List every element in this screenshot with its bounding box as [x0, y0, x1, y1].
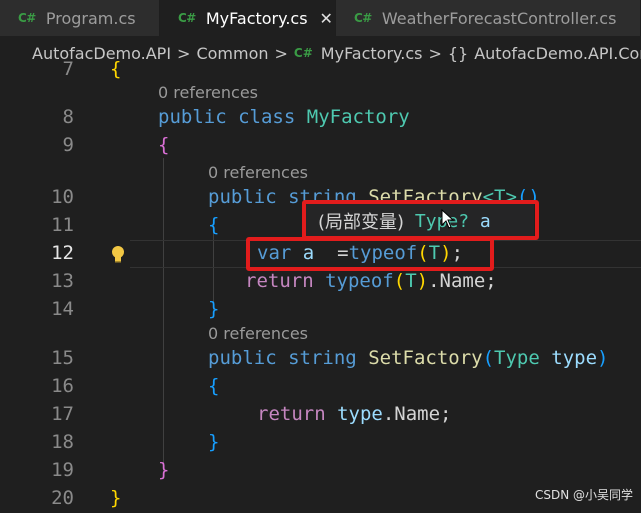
close-icon[interactable]: ✕	[320, 9, 333, 28]
line-number: 20	[51, 487, 74, 509]
code-line-13: 13 return typeof(T).Name;	[0, 268, 641, 296]
code-line-8: 8 public class MyFactory	[0, 104, 641, 132]
line-number: 7	[62, 58, 74, 80]
line-number: 19	[51, 459, 74, 481]
code-line-15: 15 public string SetFactory(Type type)	[0, 345, 641, 373]
csharp-file-icon: C#	[18, 11, 36, 25]
line-number: 12	[51, 242, 74, 264]
code-line-9: 9 {	[0, 132, 641, 160]
tab-label: MyFactory.cs	[205, 8, 308, 28]
close-brace: }	[158, 459, 170, 481]
line-number: 18	[51, 431, 74, 453]
code-line-18: 18 }	[0, 429, 641, 457]
code-line-17: 17 return type.Name;	[0, 401, 641, 429]
line-number: 14	[51, 298, 74, 320]
close-brace: }	[208, 298, 220, 320]
codelens-references[interactable]: 0 references	[158, 83, 258, 102]
annotation-box-var-line	[246, 237, 494, 271]
tab-label: WeatherForecastController.cs	[381, 8, 617, 28]
open-brace: {	[208, 214, 220, 236]
line-number: 11	[51, 214, 74, 236]
watermark: CSDN @小吴同学	[534, 488, 633, 502]
codelens-references[interactable]: 0 references	[208, 324, 308, 343]
code-editor[interactable]: 7 { 0 references 8 public class MyFactor…	[0, 58, 641, 509]
csharp-file-icon: C#	[354, 11, 372, 25]
code-text: return type.Name;	[257, 403, 452, 425]
code-line-14: 14 }	[0, 296, 641, 324]
annotation-box-tooltip	[302, 200, 539, 240]
lightbulb-icon[interactable]	[110, 245, 126, 263]
open-brace: {	[208, 375, 220, 397]
code-text: return typeof(T).Name;	[245, 270, 497, 292]
tab-label: Program.cs	[45, 8, 136, 28]
line-number: 17	[51, 403, 74, 425]
tab-myfactory-cs[interactable]: C# MyFactory.cs ✕	[160, 0, 336, 36]
code-line-7: 7 {	[0, 56, 641, 84]
close-brace: }	[208, 431, 220, 453]
code-text: public class MyFactory	[158, 106, 410, 128]
code-line-16: 16 {	[0, 373, 641, 401]
open-brace: {	[110, 58, 122, 80]
csharp-file-icon: C#	[178, 11, 196, 25]
codelens-references[interactable]: 0 references	[208, 163, 308, 182]
line-number: 13	[51, 270, 74, 292]
line-number: 16	[51, 375, 74, 397]
line-number: 15	[51, 347, 74, 369]
code-text: public string SetFactory(Type type)	[208, 347, 609, 369]
line-number: 9	[62, 134, 74, 156]
line-number: 8	[62, 106, 74, 128]
code-line-19: 19 }	[0, 457, 641, 485]
tab-weatherforecastcontroller-cs[interactable]: C# WeatherForecastController.cs	[336, 0, 641, 36]
line-number: 10	[51, 186, 74, 208]
close-brace: }	[110, 487, 122, 509]
editor-tab-bar: C# Program.cs C# MyFactory.cs ✕ C# Weath…	[0, 0, 641, 36]
open-brace: {	[158, 134, 170, 156]
tab-program-cs[interactable]: C# Program.cs	[0, 0, 160, 36]
